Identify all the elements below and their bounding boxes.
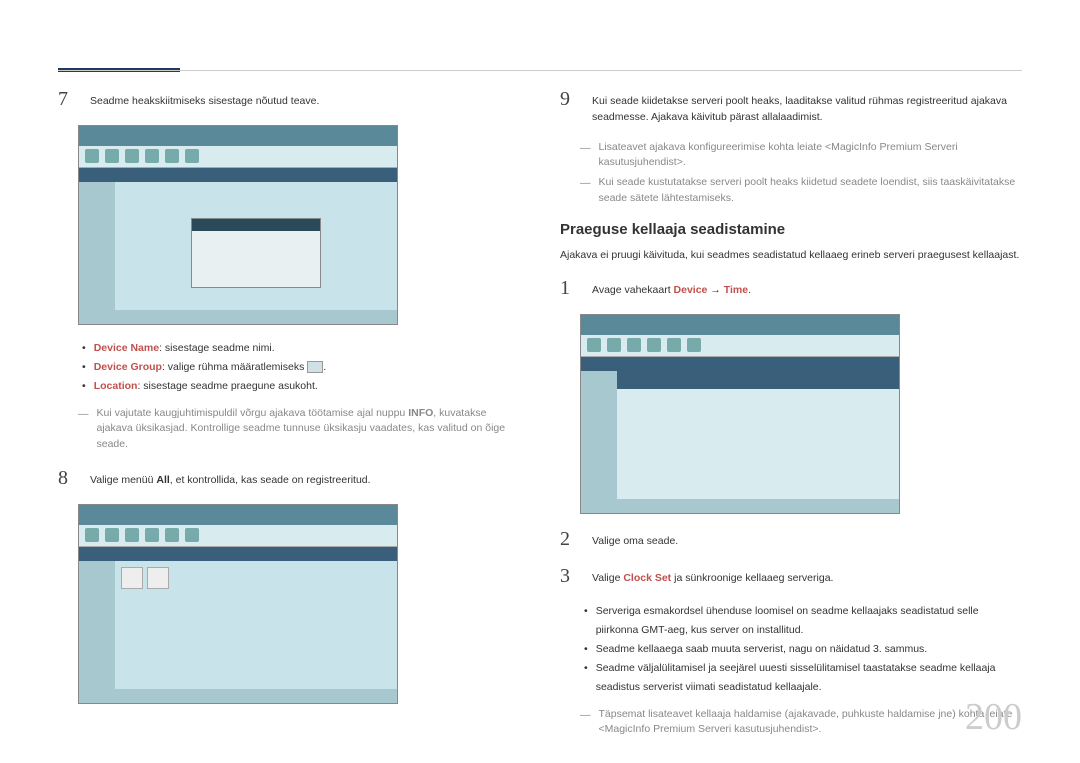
step-1: 1 Avage vahekaart Device → Time. [560,277,1022,300]
step-text: Kui seade kiidetakse serveri poolt heaks… [592,88,1022,126]
step-text: Valige oma seade. [592,528,678,551]
group-select-icon [307,361,323,373]
right-column: 9 Kui seade kiidetakse serveri poolt hea… [560,88,1022,752]
step-2: 2 Valige oma seade. [560,528,1022,551]
step-number: 8 [58,467,76,490]
header-rule [58,70,1022,71]
step-number: 7 [58,88,76,111]
bullet-item: Seadme väljalülitamisel ja seejärel uues… [584,659,1022,697]
left-column: 7 Seadme heakskiitmiseks sisestage nõutu… [58,88,520,752]
step-number: 1 [560,277,578,300]
bullet-item: Seadme kellaaega saab muuta serverist, n… [584,640,1022,659]
step-8: 8 Valige menüü All, et kontrollida, kas … [58,467,520,490]
step-text: Seadme heakskiitmiseks sisestage nõutud … [90,88,319,111]
step-number: 3 [560,565,578,588]
note-item: Kui vajutate kaugjuhtimispuldil võrgu aj… [78,406,520,453]
step3-bullets: Serveriga esmakordsel ühenduse loomisel … [584,602,1022,696]
step-3: 3 Valige Clock Set ja sünkroonige kellaa… [560,565,1022,588]
step7-note: Kui vajutate kaugjuhtimispuldil võrgu aj… [78,406,520,453]
step-number: 9 [560,88,578,126]
section-title: Praeguse kellaaja seadistamine [560,221,1022,238]
page-content: 7 Seadme heakskiitmiseks sisestage nõutu… [58,88,1022,752]
screenshot-approval-dialog [78,125,398,325]
screenshot-time-tab [580,314,900,514]
bullet-device-name: Device Name: sisestage seadme nimi. [82,339,520,358]
bullet-location: Location: sisestage seadme praegune asuk… [82,377,520,396]
step-text: Valige Clock Set ja sünkroonige kellaaeg… [592,565,833,588]
step-text: Avage vahekaart Device → Time. [592,277,751,300]
step-7: 7 Seadme heakskiitmiseks sisestage nõutu… [58,88,520,111]
section-desc: Ajakava ei pruugi käivituda, kui seadmes… [560,248,1022,264]
step7-bullets: Device Name: sisestage seadme nimi. Devi… [82,339,520,396]
note-item: Lisateavet ajakava konfigureerimise koht… [580,140,1022,172]
step-text: Valige menüü All, et kontrollida, kas se… [90,467,371,490]
bullet-device-group: Device Group: valige rühma määratlemisek… [82,358,520,377]
note-item: Täpsemat lisateavet kellaaja haldamise (… [580,707,1022,739]
bullet-item: Serveriga esmakordsel ühenduse loomisel … [584,602,1022,640]
step-number: 2 [560,528,578,551]
step-9: 9 Kui seade kiidetakse serveri poolt hea… [560,88,1022,126]
page-number: 200 [965,695,1022,739]
screenshot-device-list [78,504,398,704]
final-note: Täpsemat lisateavet kellaaja haldamise (… [580,707,1022,739]
note-item: Kui seade kustutatakse serveri poolt hea… [580,175,1022,207]
step9-notes: Lisateavet ajakava konfigureerimise koht… [580,140,1022,207]
